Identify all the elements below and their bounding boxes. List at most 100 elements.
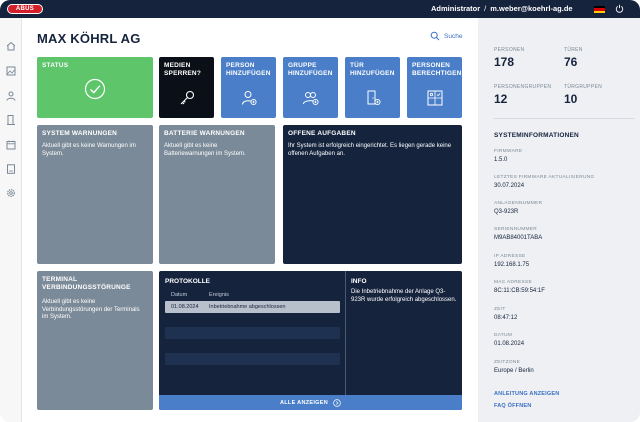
battery-warnings-text: Aktuell gibt es keine Batteriewarnungen … — [164, 143, 246, 157]
app-frame: ABUS Administrator / m.weber@koehrl-ag.de … — [0, 0, 640, 422]
search-button[interactable]: Suche — [430, 31, 462, 41]
add-door-tile[interactable]: TÜR HINZUFÜGEN — [345, 57, 400, 118]
add-door-icon — [367, 90, 381, 106]
document-icon[interactable] — [5, 163, 17, 175]
key-icon — [180, 90, 195, 105]
info-value: 8C:11:CB:59:54:1F — [494, 288, 545, 294]
add-door-title: TÜR HINZUFÜGEN — [350, 62, 395, 77]
info-value: 192.168.1.75 — [494, 262, 530, 268]
info-firmware: FIRMWARE 1.5.0 — [494, 149, 522, 163]
lock-media-tile[interactable]: MEDIEN SPERREN? — [159, 57, 214, 118]
info-last-update: LETZTES FIRMWARE AKTUALISIERUNG 30.07.20… — [494, 175, 595, 189]
gear-icon[interactable] — [5, 187, 17, 199]
home-icon[interactable] — [5, 40, 17, 52]
stat-value: 10 — [564, 92, 578, 106]
info-value: 08:47:12 — [494, 315, 518, 321]
stat-person-groups: PERSONENGRUPPEN 12 — [494, 84, 551, 106]
protocol-card: PROTOKOLLE Datum Ereignis 01.08.2024 Inb… — [159, 271, 462, 410]
battery-warnings-card: BATTERIE WARNUNGEN Aktuell gibt es keine… — [159, 125, 275, 264]
show-all-label: ALLE ANZEIGEN — [279, 399, 328, 406]
add-person-title: PERSON HINZUFÜGEN — [226, 62, 271, 77]
check-icon — [84, 78, 106, 100]
info-value: Q3-923R — [494, 209, 519, 215]
info-title: INFO — [351, 278, 367, 285]
table-row-empty — [165, 327, 340, 339]
grant-access-title: PERSONEN BERECHTIGEN — [412, 62, 462, 77]
stat-label: TÜRGRUPPEN — [564, 84, 603, 90]
protocol-row-date: 01.08.2024 — [171, 304, 199, 310]
stat-value: 178 — [494, 55, 515, 69]
door-icon[interactable] — [5, 114, 17, 126]
divider — [494, 118, 634, 119]
info-label: DATUM — [494, 333, 513, 338]
main-content: MAX KÖHRL AG Suche STATUS MEDIEN SPERREN… — [22, 18, 478, 422]
grant-access-tile[interactable]: PERSONEN BERECHTIGEN — [407, 57, 462, 118]
terminal-errors-card: TERMINAL VERBINDUNGSSTÖRUNGE Aktuell gib… — [37, 271, 153, 410]
table-row-empty — [165, 353, 340, 365]
abus-logo[interactable]: ABUS — [7, 4, 43, 14]
flag-icon[interactable] — [594, 6, 605, 13]
status-title: STATUS — [42, 62, 69, 69]
info-value: Europe / Berlin — [494, 368, 534, 374]
info-system-number: ANLAGENNUMMER Q3-923R — [494, 201, 542, 215]
add-person-tile[interactable]: PERSON HINZUFÜGEN — [221, 57, 276, 118]
terminal-errors-title: TERMINAL VERBINDUNGSSTÖRUNGE — [42, 276, 131, 291]
stat-value: 12 — [494, 92, 508, 106]
image-icon[interactable] — [5, 65, 17, 77]
system-warnings-title: SYSTEM WARNUNGEN — [42, 130, 118, 137]
search-icon — [430, 31, 440, 41]
info-time: ZEIT 08:47:12 — [494, 307, 517, 321]
info-value: M9AB84001TABA — [494, 235, 543, 241]
add-group-tile[interactable]: GRUPPE HINZUFÜGEN — [283, 57, 338, 118]
logo-text: ABUS — [15, 6, 35, 12]
terminal-errors-text: Aktuell gibt es keine Verbindungsstörung… — [42, 299, 140, 320]
info-serial-number: SERIENNUMMER M9AB84001TABA — [494, 227, 542, 241]
open-tasks-title: OFFENE AUFGABEN — [288, 130, 356, 137]
stat-door-groups: TÜRGRUPPEN 10 — [564, 84, 602, 106]
search-label: Suche — [444, 32, 463, 40]
user-role: Administrator — [431, 4, 481, 13]
info-value: 30.07.2024 — [494, 183, 525, 189]
system-info-title: SYSTEMINFORMATIONEN — [494, 132, 579, 139]
info-text: Die Inbetriebnahme der Anlage Q3-923R wu… — [351, 289, 457, 303]
show-all-button[interactable]: ALLE ANZEIGEN — [159, 395, 462, 410]
protocol-row-event: Inbetriebnahme abgeschlossen — [209, 304, 286, 310]
protocol-col-date: Datum — [171, 292, 188, 298]
protocol-col-event: Ereignis — [209, 292, 229, 298]
open-tasks-text: Ihr System ist erfolgreich eingerichtet.… — [288, 143, 452, 157]
manual-link[interactable]: ANLEITUNG ANZEIGEN — [494, 391, 559, 397]
page-title: MAX KÖHRL AG — [37, 31, 141, 46]
user-info[interactable]: Administrator / m.weber@koehrl-ag.de — [431, 4, 573, 13]
user-separator: / — [484, 4, 487, 13]
info-label: FIRMWARE — [494, 149, 523, 154]
faq-link[interactable]: FAQ ÖFFNEN — [494, 403, 531, 409]
info-label: ANLAGENNUMMER — [494, 201, 543, 206]
stat-value: 76 — [564, 55, 578, 69]
add-group-title: GRUPPE HINZUFÜGEN — [288, 62, 333, 77]
status-tile[interactable]: STATUS — [37, 57, 153, 118]
calendar-icon[interactable] — [5, 139, 17, 151]
stat-doors: TÜREN 76 — [564, 47, 583, 69]
info-label: ZEIT — [494, 307, 506, 312]
info-label: SERIENNUMMER — [494, 227, 538, 232]
info-label: IP ADRESSE — [494, 254, 526, 259]
person-icon[interactable] — [5, 90, 17, 102]
power-icon[interactable] — [615, 4, 624, 13]
add-person-icon — [242, 91, 257, 106]
arrow-circle-icon — [333, 398, 341, 407]
top-bar: ABUS Administrator / m.weber@koehrl-ag.de — [0, 0, 640, 18]
stat-label: TÜREN — [564, 47, 583, 53]
open-tasks-card: OFFENE AUFGABEN Ihr System ist erfolgrei… — [283, 125, 462, 264]
info-label: ZEITZONE — [494, 360, 521, 365]
stat-label: PERSONEN — [494, 47, 525, 53]
table-row[interactable]: 01.08.2024 Inbetriebnahme abgeschlossen — [165, 301, 340, 313]
info-timezone: ZEITZONE Europe / Berlin — [494, 360, 534, 374]
protocol-divider — [345, 271, 346, 395]
info-value: 1.5.0 — [494, 157, 508, 163]
info-label: LETZTES FIRMWARE AKTUALISIERUNG — [494, 175, 595, 180]
system-warnings-card: SYSTEM WARNUNGEN Aktuell gibt es keine W… — [37, 125, 153, 264]
info-date: DATUM 01.08.2024 — [494, 333, 524, 347]
user-email: m.weber@koehrl-ag.de — [490, 4, 573, 13]
stat-label: PERSONENGRUPPEN — [494, 84, 552, 90]
info-label: MAC ADRESSE — [494, 280, 532, 285]
